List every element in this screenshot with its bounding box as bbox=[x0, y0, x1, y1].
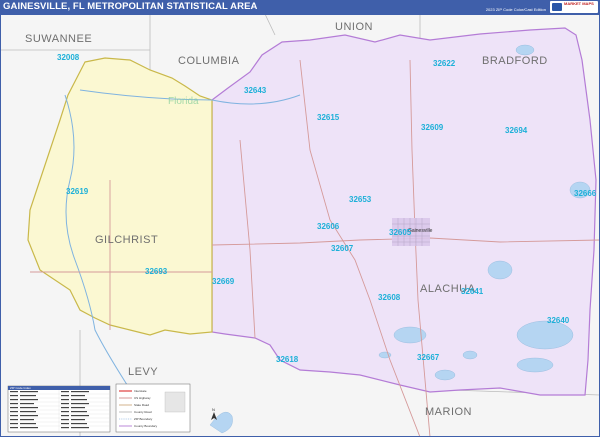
map-frame: GAINESVILLE, FL METROPOLITAN STATISTICAL… bbox=[0, 0, 600, 437]
map-canvas: SUWANNEE COLUMBIA UNION BRADFORD GILCHRI… bbox=[0, 14, 600, 437]
zip-label: 32615 bbox=[317, 113, 340, 122]
zip-label: 32669 bbox=[212, 277, 235, 286]
zip-label: 32622 bbox=[433, 59, 456, 68]
zip-label: 32693 bbox=[145, 267, 168, 276]
zip-label: 32666 bbox=[574, 189, 597, 198]
zip-label: 32607 bbox=[331, 244, 354, 253]
county-label-columbia: COLUMBIA bbox=[178, 55, 240, 67]
lake-lochloosa bbox=[516, 357, 554, 373]
lake-newnans bbox=[487, 260, 513, 280]
zip-index-table: ZIP Code Index bbox=[7, 385, 111, 433]
county-label-levy: LEVY bbox=[128, 366, 158, 378]
county-label-bradford: BRADFORD bbox=[482, 55, 548, 67]
zip-label: 32618 bbox=[276, 355, 299, 364]
county-label-gilchrist: GILCHRIST bbox=[95, 234, 158, 246]
zip-label: 32643 bbox=[244, 86, 267, 95]
zip-label: 32640 bbox=[547, 316, 570, 325]
zip-label: 32606 bbox=[317, 222, 340, 231]
zip-label: 32667 bbox=[417, 353, 440, 362]
zip-label: 32605 bbox=[389, 228, 412, 237]
legend-label: State Road bbox=[134, 403, 149, 407]
legend-label: Interstate bbox=[134, 389, 147, 393]
publisher-logo: MARKET MAPS bbox=[550, 1, 598, 13]
lake-north bbox=[515, 44, 535, 56]
legend-label: County Road bbox=[134, 410, 152, 414]
county-label-marion: MARION bbox=[425, 406, 472, 418]
legend-label: County Boundary bbox=[134, 424, 158, 428]
logo-badge-icon bbox=[552, 3, 562, 11]
map-legend: Interstate US Highway State Road County … bbox=[115, 383, 191, 433]
logo-text: MARKET MAPS bbox=[564, 1, 594, 6]
zip-index-title: ZIP Code Index bbox=[10, 386, 31, 390]
title-bar: GAINESVILLE, FL METROPOLITAN STATISTICAL… bbox=[0, 0, 600, 14]
zip-label: 32653 bbox=[349, 195, 372, 204]
zip-label: 32641 bbox=[461, 287, 484, 296]
legend-locator-map bbox=[164, 391, 186, 413]
city-label-gainesville: Gainesville bbox=[408, 228, 433, 234]
zip-label: 32694 bbox=[505, 126, 528, 135]
lake-wauberg bbox=[434, 369, 456, 381]
edition-label: 2023 ZIP Code Color/Cast Edition bbox=[485, 7, 546, 12]
legend-label: ZIP Boundary bbox=[134, 417, 153, 421]
zip-label: 32008 bbox=[57, 53, 80, 62]
lake-orange bbox=[516, 320, 574, 350]
state-label: Florida bbox=[168, 96, 199, 107]
map-title: GAINESVILLE, FL METROPOLITAN STATISTICAL… bbox=[3, 1, 258, 12]
county-label-suwannee: SUWANNEE bbox=[25, 33, 92, 45]
lake-south bbox=[462, 350, 478, 360]
zip-label: 32619 bbox=[66, 187, 89, 196]
zip-label: 32608 bbox=[378, 293, 401, 302]
svg-text:N: N bbox=[212, 407, 215, 412]
legend-label: US Highway bbox=[134, 396, 151, 400]
zip-label: 32609 bbox=[421, 123, 444, 132]
county-label-union: UNION bbox=[335, 21, 373, 33]
